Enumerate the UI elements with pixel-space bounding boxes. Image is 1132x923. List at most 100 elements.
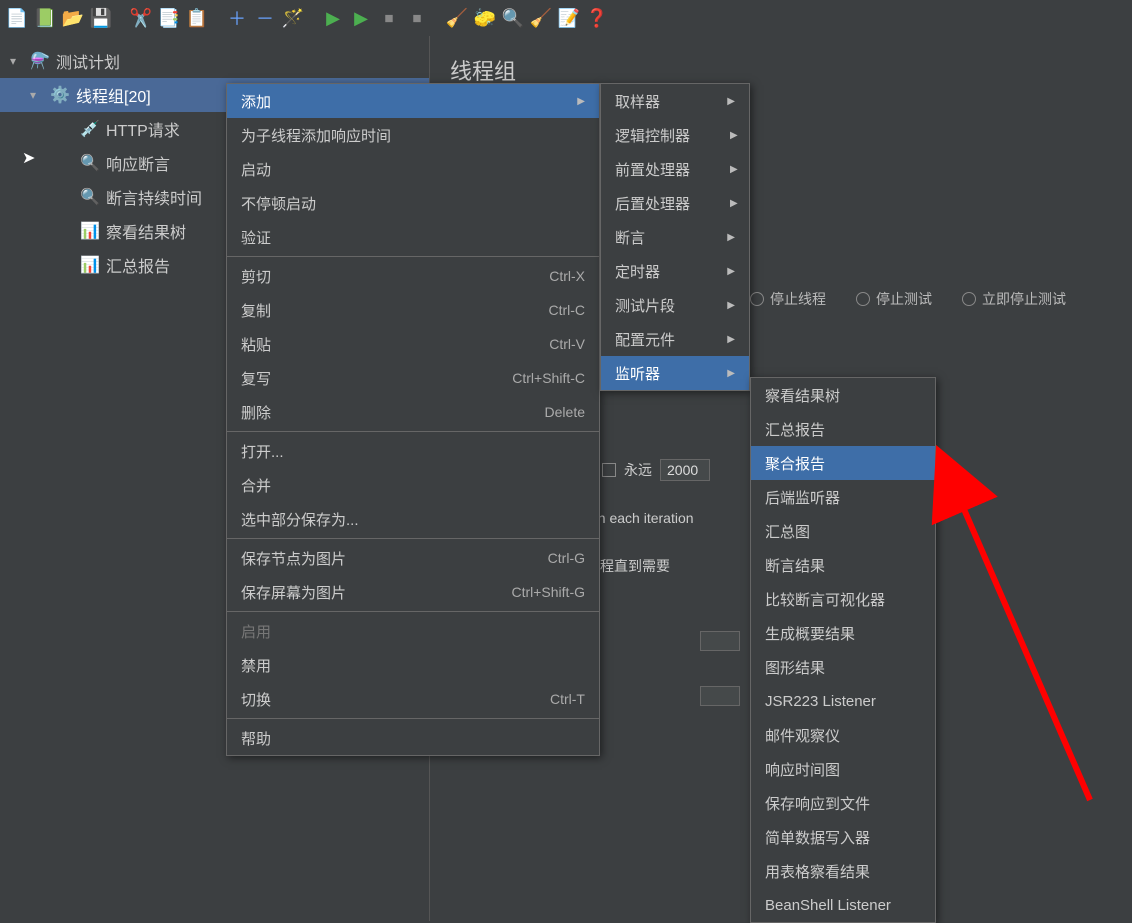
menu-item[interactable]: 断言▶ <box>601 220 749 254</box>
radio-stop-test[interactable]: 停止测试 <box>856 289 932 309</box>
templates-icon[interactable]: 📗 <box>32 5 58 31</box>
menu-item[interactable]: 删除 Delete <box>227 395 599 429</box>
radio-stop-now[interactable]: 立即停止测试 <box>962 289 1066 309</box>
menu-item[interactable]: 后置处理器▶ <box>601 186 749 220</box>
tree-root-label: 测试计划 <box>56 49 120 73</box>
menu-item[interactable]: 不停顿启动 <box>227 186 599 220</box>
menu-item[interactable]: 复写Ctrl+Shift-C <box>227 361 599 395</box>
open-icon[interactable]: 📂 <box>60 5 86 31</box>
help-icon[interactable]: ❓ <box>584 5 610 31</box>
menu-item[interactable]: 取样器▶ <box>601 84 749 118</box>
menu-item[interactable]: 前置处理器▶ <box>601 152 749 186</box>
menu-item[interactable]: JSR223 Listener <box>751 684 935 718</box>
menu-shortcut: Ctrl-C <box>548 302 585 318</box>
clear-icon[interactable]: 🧹 <box>444 5 470 31</box>
menu-item-label: 为子线程添加响应时间 <box>241 125 391 146</box>
menu-item[interactable]: 比较断言可视化器 <box>751 582 935 616</box>
cut-icon[interactable]: ✂️ <box>128 5 154 31</box>
run-nopause-icon[interactable]: ▶ <box>348 5 374 31</box>
menu-item-label: 汇总报告 <box>765 419 825 440</box>
menu-item[interactable]: 聚合报告 <box>751 446 935 480</box>
menu-item[interactable]: 监听器▶ <box>601 356 749 390</box>
menu-item[interactable]: 响应时间图 <box>751 752 935 786</box>
loop-count-input[interactable]: 2000 <box>660 459 710 481</box>
run-icon[interactable]: ▶ <box>320 5 346 31</box>
tree-item-label: 断言持续时间 <box>106 185 202 209</box>
expand-icon[interactable]: ＋ <box>224 5 250 31</box>
search-icon[interactable]: 🔍 <box>500 5 526 31</box>
radio-stop-thread[interactable]: 停止线程 <box>750 289 826 309</box>
submenu-arrow-icon: ▶ <box>730 130 738 141</box>
menu-item[interactable]: BeanShell Listener <box>751 888 935 922</box>
chart-icon: 📊 <box>80 255 100 275</box>
menu-item[interactable]: 邮件观察仪 <box>751 718 935 752</box>
menu-item-label: 验证 <box>241 227 271 248</box>
menu-item[interactable]: 打开... <box>227 434 599 468</box>
function-helper-icon[interactable]: 📝 <box>556 5 582 31</box>
menu-item[interactable]: 简单数据写入器 <box>751 820 935 854</box>
menu-item[interactable]: 生成概要结果 <box>751 616 935 650</box>
stop-icon[interactable]: ⏹ <box>376 5 402 31</box>
menu-item[interactable]: 察看结果树 <box>751 378 935 412</box>
menu-item-label: 后端监听器 <box>765 487 840 508</box>
menu-item[interactable]: 选中部分保存为... <box>227 502 599 536</box>
menu-item-label: 保存屏幕为图片 <box>241 582 346 603</box>
menu-item-label: 测试片段 <box>615 295 675 316</box>
menu-item[interactable]: 复制Ctrl-C <box>227 293 599 327</box>
toolbar-sep <box>116 5 126 31</box>
reset-search-icon[interactable]: 🧹 <box>528 5 554 31</box>
menu-item-label: 取样器 <box>615 91 660 112</box>
submenu-arrow-icon: ▶ <box>577 96 585 107</box>
each-iter-label: on each iteration <box>590 510 694 526</box>
menu-item[interactable]: 后端监听器 <box>751 480 935 514</box>
tree-root[interactable]: ▾ ⚗️ 测试计划 <box>0 44 429 78</box>
menu-item[interactable]: 为子线程添加响应时间 <box>227 118 599 152</box>
collapse-icon[interactable]: － <box>252 5 278 31</box>
menu-item[interactable]: 帮助 <box>227 721 599 755</box>
menu-item[interactable]: 验证 <box>227 220 599 254</box>
menu-item[interactable]: 禁用 <box>227 648 599 682</box>
menu-item[interactable]: 配置元件▶ <box>601 322 749 356</box>
paste-icon[interactable]: 📋 <box>184 5 210 31</box>
flask-icon: ⚗️ <box>30 51 50 71</box>
new-icon[interactable]: 📄 <box>4 5 30 31</box>
radio-icon <box>962 292 976 306</box>
text-input[interactable] <box>700 631 740 651</box>
menu-item[interactable]: 图形结果 <box>751 650 935 684</box>
menu-item[interactable]: 逻辑控制器▶ <box>601 118 749 152</box>
menu-item[interactable]: 添加▶ <box>227 84 599 118</box>
shutdown-icon[interactable]: ⏹ <box>404 5 430 31</box>
menu-shortcut: Delete <box>545 404 585 420</box>
toggle-icon[interactable]: 🪄 <box>280 5 306 31</box>
menu-separator <box>227 256 599 257</box>
copy-icon[interactable]: 📑 <box>156 5 182 31</box>
menu-item[interactable]: 粘贴Ctrl-V <box>227 327 599 361</box>
menu-item[interactable]: 保存节点为图片Ctrl-G <box>227 541 599 575</box>
chevron-down-icon[interactable]: ▾ <box>30 88 44 102</box>
menu-item[interactable]: 启动 <box>227 152 599 186</box>
menu-item[interactable]: 切换Ctrl-T <box>227 682 599 716</box>
menu-separator <box>227 611 599 612</box>
menu-item-label: 切换 <box>241 689 271 710</box>
clear-all-icon[interactable]: 🧽 <box>472 5 498 31</box>
menu-item[interactable]: 测试片段▶ <box>601 288 749 322</box>
save-icon[interactable]: 💾 <box>88 5 114 31</box>
forever-checkbox[interactable] <box>602 463 616 477</box>
menu-item[interactable]: 汇总报告 <box>751 412 935 446</box>
menu-item[interactable]: 汇总图 <box>751 514 935 548</box>
radio-icon <box>856 292 870 306</box>
tree-item-label: 汇总报告 <box>106 253 170 277</box>
menu-item[interactable]: 剪切Ctrl-X <box>227 259 599 293</box>
menu-item-label: 删除 <box>241 402 271 423</box>
menu-item[interactable]: 保存响应到文件 <box>751 786 935 820</box>
menu-shortcut: Ctrl+Shift-C <box>512 370 585 386</box>
menu-item[interactable]: 保存屏幕为图片Ctrl+Shift-G <box>227 575 599 609</box>
text-input[interactable] <box>700 686 740 706</box>
menu-item[interactable]: 断言结果 <box>751 548 935 582</box>
chevron-down-icon[interactable]: ▾ <box>10 54 24 68</box>
radio-label: 停止线程 <box>770 289 826 309</box>
delay-label: 程直到需要 <box>600 556 670 576</box>
menu-item[interactable]: 定时器▶ <box>601 254 749 288</box>
menu-item[interactable]: 用表格察看结果 <box>751 854 935 888</box>
menu-item[interactable]: 合并 <box>227 468 599 502</box>
